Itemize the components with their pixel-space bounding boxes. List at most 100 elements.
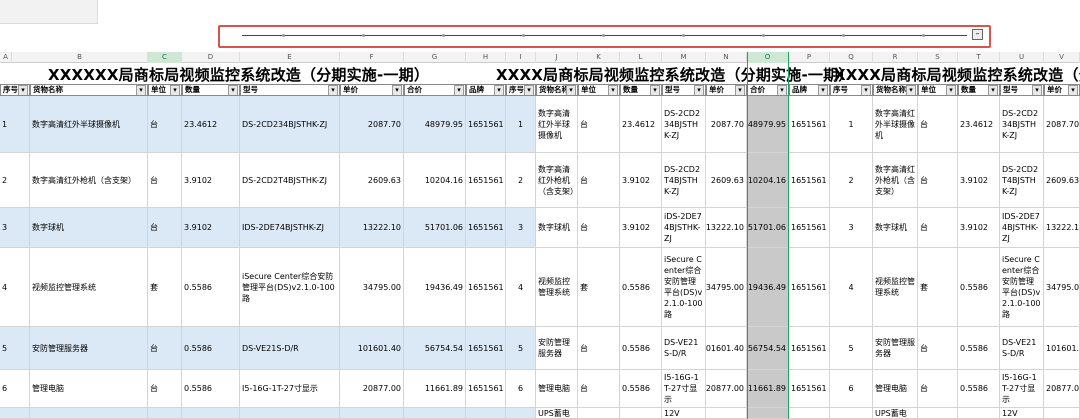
right-name[interactable]: 安防管理服务器 [873, 327, 918, 370]
header-total-2[interactable]: 合价 [747, 84, 789, 96]
header-model[interactable]: 型号 [240, 84, 340, 96]
row-no[interactable]: 5 [0, 327, 30, 370]
right-no[interactable]: 6 [830, 370, 873, 408]
header-total[interactable]: 合价 [404, 84, 466, 96]
row-brand[interactable]: 1651561 [466, 153, 506, 208]
mid-brand[interactable]: 1651561 [789, 96, 830, 153]
column-header-N[interactable]: N [706, 52, 747, 63]
row-model[interactable]: IDS-2DE74BJSTHK-ZJ [240, 208, 340, 248]
right-unit[interactable]: 台 [918, 327, 958, 370]
mid-qty[interactable]: 3.9102 [620, 153, 662, 208]
right-unit[interactable]: 套 [918, 248, 958, 327]
mid-model[interactable]: DS-VE21S-D/R [662, 327, 706, 370]
mid-price[interactable]: 101601.40 [706, 327, 747, 370]
row-name[interactable] [30, 408, 148, 419]
column-header-O[interactable]: O [747, 52, 789, 63]
mid-qty[interactable]: 0.5586 [620, 327, 662, 370]
row-brand[interactable]: 1651561 [466, 96, 506, 153]
row-no[interactable]: 3 [0, 208, 30, 248]
mid-brand[interactable]: 1651561 [789, 327, 830, 370]
mid-price[interactable]: 2609.63 [706, 153, 747, 208]
row-unit[interactable]: 台 [148, 153, 182, 208]
right-name[interactable]: 数字球机 [873, 208, 918, 248]
mid-total[interactable]: 10204.16 [747, 153, 789, 208]
right-qty[interactable] [958, 408, 1000, 419]
mid-brand[interactable]: 1651561 [789, 153, 830, 208]
mid-brand[interactable]: 1651561 [789, 208, 830, 248]
column-header-E[interactable]: E [240, 52, 340, 63]
row-unit[interactable]: 台 [148, 96, 182, 153]
mid-model[interactable]: 12V [662, 408, 706, 419]
row-name[interactable]: 视频监控管理系统 [30, 248, 148, 327]
row-name[interactable]: 数字高清红外枪机（含支架） [30, 153, 148, 208]
right-name[interactable]: 数字高清红外半球摄像机 [873, 96, 918, 153]
right-model[interactable]: iSecure Center综合安防管理平台(DS)v2.1.0-100路 [1000, 248, 1044, 327]
mid-name[interactable]: 数字高清红外枪机（含支架） [536, 153, 578, 208]
row-no[interactable]: 6 [0, 370, 30, 408]
mid-total[interactable]: 48979.95 [747, 96, 789, 153]
row-total[interactable]: 51701.06 [404, 208, 466, 248]
mid-unit[interactable]: 台 [578, 208, 620, 248]
right-model[interactable]: DS-2CD234BJSTHK-ZJ [1000, 96, 1044, 153]
mid-unit[interactable] [578, 408, 620, 419]
header-seq-2[interactable]: 序号 [830, 84, 873, 96]
mid-brand[interactable] [789, 408, 830, 419]
row-price[interactable]: 20877.00 [340, 370, 404, 408]
right-price[interactable]: 2609.63 [1044, 153, 1080, 208]
row-seq2[interactable]: 4 [506, 248, 536, 327]
header-price-2[interactable]: 单价 [706, 84, 747, 96]
row-brand[interactable]: 1651561 [466, 327, 506, 370]
row-seq2[interactable] [506, 408, 536, 419]
column-header-F[interactable]: F [340, 52, 404, 63]
column-header-H[interactable]: H [466, 52, 506, 63]
row-no[interactable]: 1 [0, 96, 30, 153]
right-price[interactable] [1044, 408, 1080, 419]
mid-brand[interactable]: 1651561 [789, 370, 830, 408]
row-no[interactable]: 4 [0, 248, 30, 327]
row-price[interactable]: 34795.00 [340, 248, 404, 327]
row-total[interactable]: 11661.89 [404, 370, 466, 408]
column-header-M[interactable]: M [662, 52, 706, 63]
row-seq2[interactable]: 3 [506, 208, 536, 248]
header-price-3[interactable]: 单价 [1044, 84, 1080, 96]
mid-unit[interactable]: 台 [578, 370, 620, 408]
right-price[interactable]: 13222.10 [1044, 208, 1080, 248]
row-name[interactable]: 数字高清红外半球摄像机 [30, 96, 148, 153]
slicer-track[interactable] [242, 34, 967, 37]
mid-total[interactable] [747, 408, 789, 419]
mid-qty[interactable]: 0.5586 [620, 370, 662, 408]
right-name[interactable]: UPS蓄电 [873, 408, 918, 419]
header-name-3[interactable]: 货物名称 [873, 84, 918, 96]
row-total[interactable]: 56754.54 [404, 327, 466, 370]
row-name[interactable]: 数字球机 [30, 208, 148, 248]
mid-price[interactable]: 2087.70 [706, 96, 747, 153]
column-header-S[interactable]: S [918, 52, 958, 63]
right-qty[interactable]: 0.5586 [958, 327, 1000, 370]
row-price[interactable]: 2609.63 [340, 153, 404, 208]
right-price[interactable]: 2087.70 [1044, 96, 1080, 153]
column-header-B[interactable]: B [12, 52, 148, 63]
header-qty[interactable]: 数量 [182, 84, 240, 96]
header-brand-2[interactable]: 品牌 [789, 84, 830, 96]
row-price[interactable]: 2087.70 [340, 96, 404, 153]
header-qty-3[interactable]: 数量 [958, 84, 1000, 96]
right-qty[interactable]: 3.9102 [958, 153, 1000, 208]
column-header-K[interactable]: K [578, 52, 620, 63]
right-model[interactable]: 12V [1000, 408, 1044, 419]
timeline-slicer[interactable]: – [218, 25, 991, 48]
row-total[interactable]: 10204.16 [404, 153, 466, 208]
header-seq2[interactable]: 序号2 [506, 84, 536, 96]
mid-name[interactable]: 安防管理服务器 [536, 327, 578, 370]
mid-unit[interactable]: 台 [578, 327, 620, 370]
right-qty[interactable]: 23.4612 [958, 96, 1000, 153]
row-price[interactable] [340, 408, 404, 419]
right-no[interactable]: 5 [830, 327, 873, 370]
row-unit[interactable]: 套 [148, 248, 182, 327]
row-model[interactable]: DS-2CD234BJSTHK-ZJ [240, 96, 340, 153]
row-no[interactable] [0, 408, 30, 419]
right-unit[interactable]: 台 [918, 153, 958, 208]
column-header-U[interactable]: U [1000, 52, 1044, 63]
mid-name[interactable]: 数字球机 [536, 208, 578, 248]
header-qty-2[interactable]: 数量 [620, 84, 662, 96]
right-model[interactable]: DS-2CD2T4BJSTHK-ZJ [1000, 153, 1044, 208]
